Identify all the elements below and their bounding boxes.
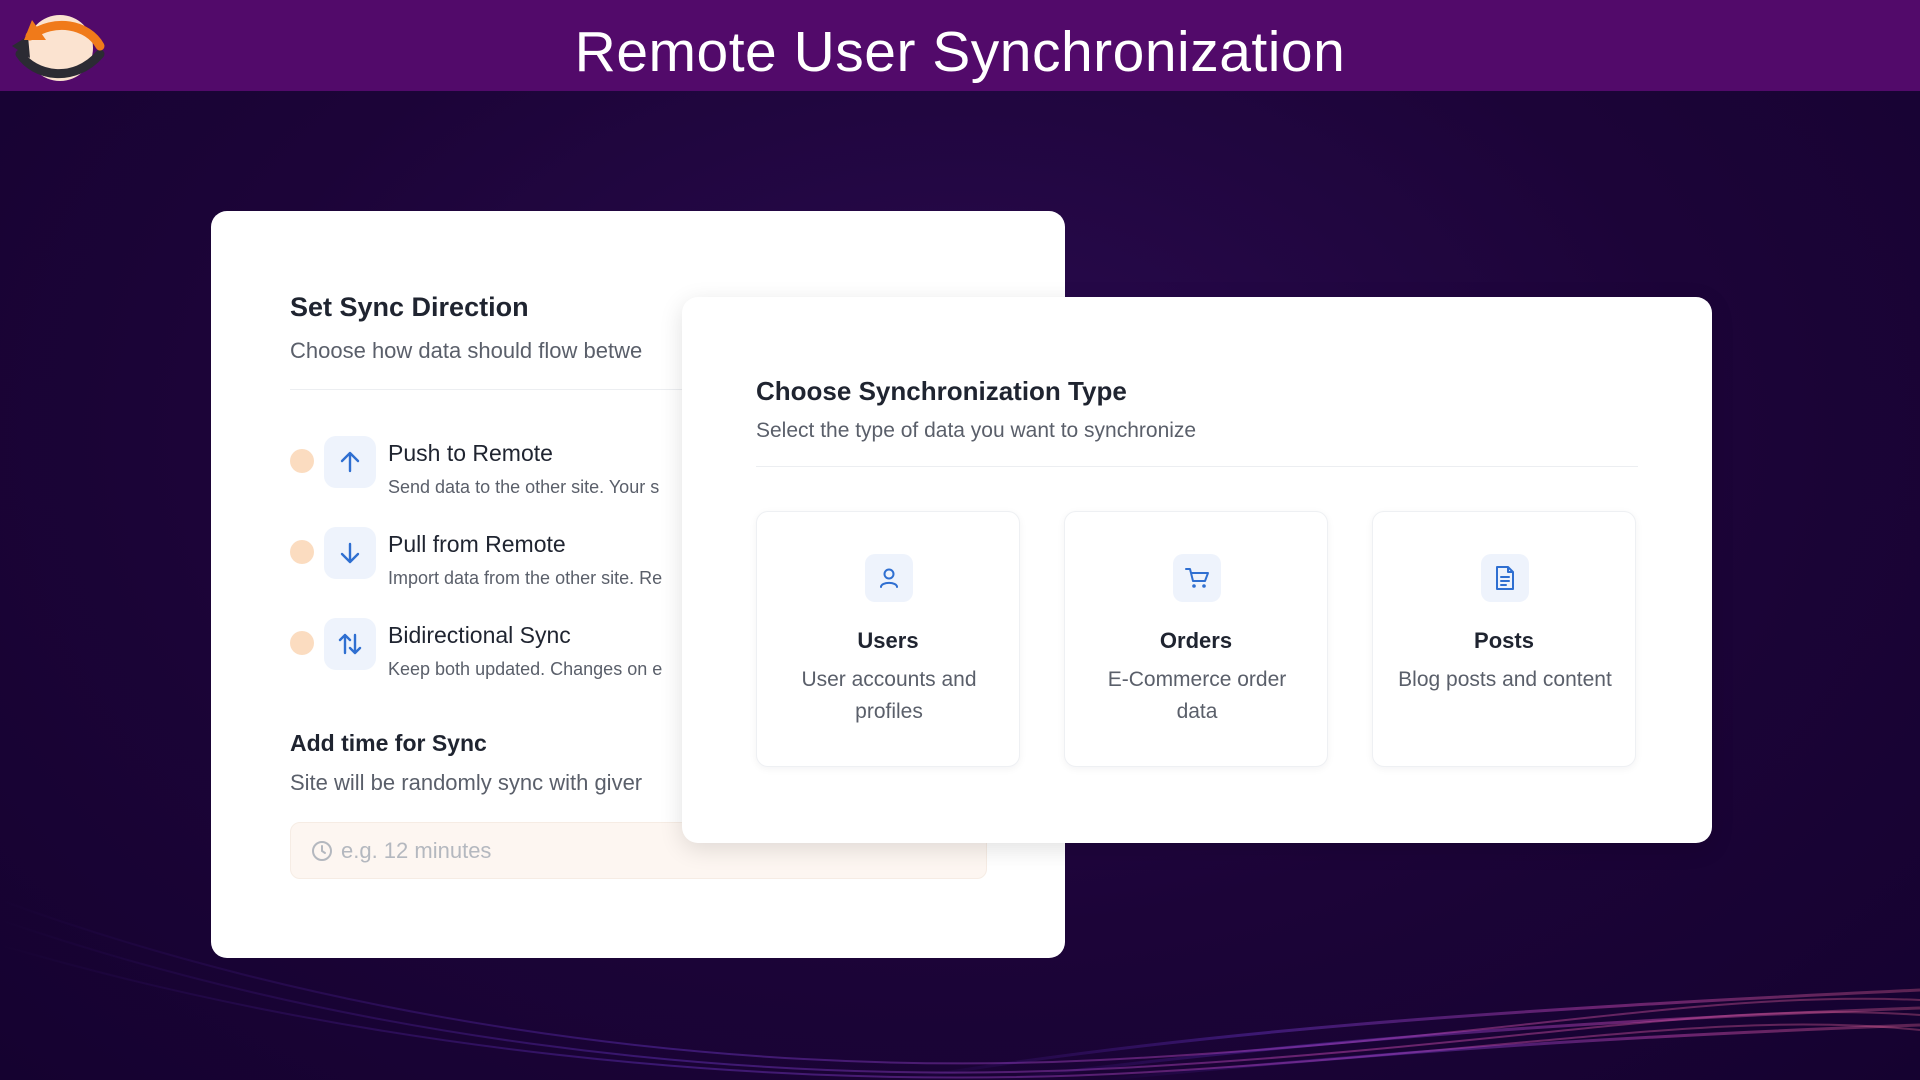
sync-type-description: User accounts and profiles: [801, 668, 977, 723]
user-icon: [865, 554, 913, 602]
sync-type-subtitle: Select the type of data you want to sync…: [756, 419, 1197, 442]
document-icon: [1481, 554, 1529, 602]
sync-direction-title: Set Sync Direction: [290, 292, 529, 322]
sync-type-name: Orders: [1159, 628, 1233, 653]
sync-type-name: Users: [857, 628, 919, 653]
arrow-down-icon: [324, 527, 376, 579]
sync-time-placeholder: e.g. 12 minutes: [341, 838, 492, 863]
divider: [756, 466, 1638, 467]
option-description: Keep both updated. Changes on e: [388, 659, 663, 679]
option-description: Send data to the other site. Your s: [388, 477, 660, 497]
sync-time-title: Add time for Sync: [290, 730, 487, 756]
top-banner: Remote User Synchronization: [0, 0, 1920, 91]
sync-type-description: Blog posts and content: [1398, 668, 1612, 691]
option-label: Push to Remote: [388, 440, 553, 466]
sync-direction-subtitle: Choose how data should flow betwe: [290, 338, 643, 363]
option-label: Bidirectional Sync: [388, 622, 571, 648]
radio-button[interactable]: [290, 449, 314, 473]
page-title: Remote User Synchronization: [574, 20, 1346, 84]
sync-type-card: Choose Synchronization Type Select the t…: [682, 297, 1712, 843]
radio-button[interactable]: [290, 631, 314, 655]
arrow-up-icon: [324, 436, 376, 488]
radio-button[interactable]: [290, 540, 314, 564]
option-label: Pull from Remote: [388, 531, 566, 557]
arrows-up-down-icon: [324, 618, 376, 670]
option-description: Import data from the other site. Re: [388, 568, 663, 588]
clock-icon: [312, 841, 332, 861]
cart-icon: [1173, 554, 1221, 602]
sync-time-subtitle: Site will be randomly sync with giver: [290, 770, 643, 795]
sync-type-posts[interactable]: Posts Blog posts and content: [1372, 511, 1636, 767]
sync-type-description: E-Commerce order data: [1107, 668, 1287, 723]
sync-type-users[interactable]: Users User accounts and profiles: [756, 511, 1020, 767]
sync-type-name: Posts: [1474, 628, 1534, 653]
sync-type-orders[interactable]: Orders E-Commerce order data: [1064, 511, 1328, 767]
sync-type-title: Choose Synchronization Type: [756, 376, 1127, 406]
